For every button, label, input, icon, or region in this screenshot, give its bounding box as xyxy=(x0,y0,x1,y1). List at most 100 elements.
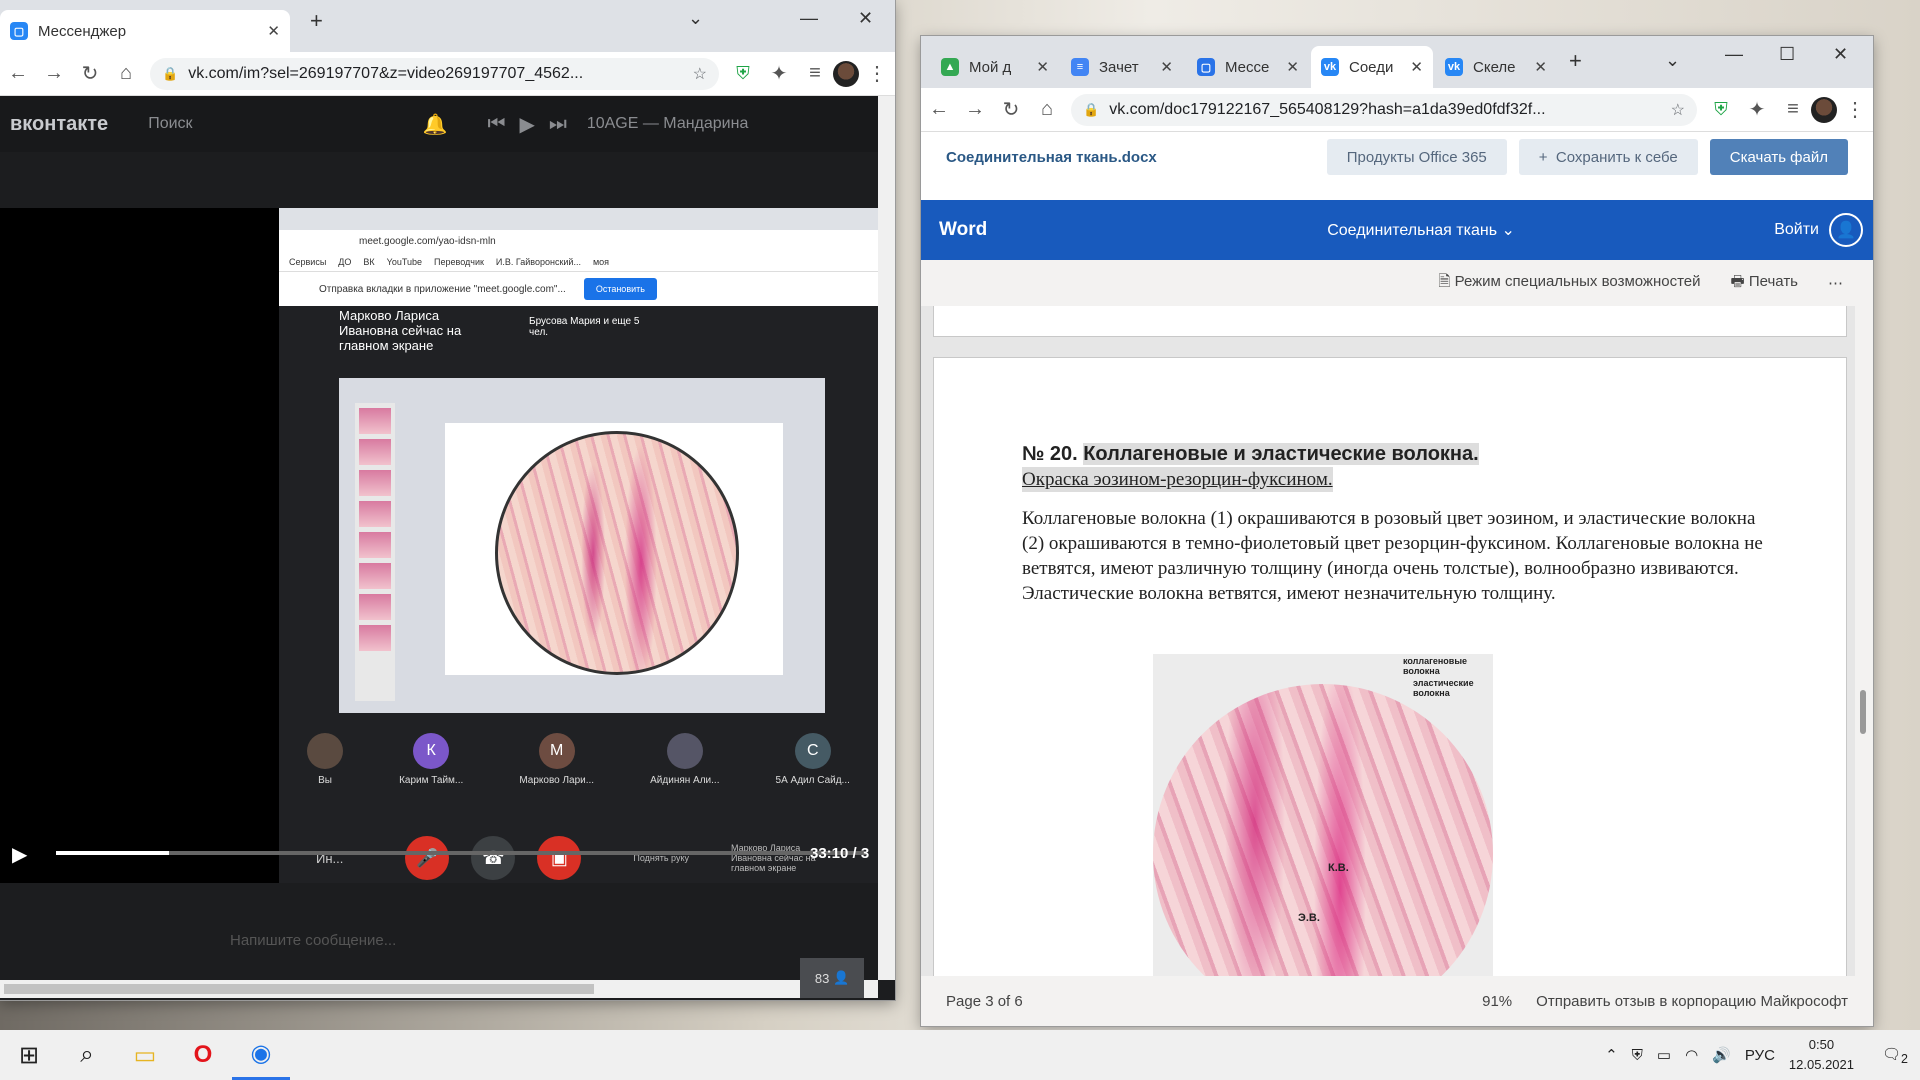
bell-icon[interactable]: 🔔 xyxy=(423,112,448,137)
slide-thumb xyxy=(359,563,391,589)
scroll-thumb[interactable] xyxy=(4,984,594,994)
play-track-icon[interactable]: ▶ xyxy=(519,112,534,137)
windows-start-icon[interactable]: ⊞ xyxy=(0,1030,58,1080)
reload-icon[interactable]: ↻ xyxy=(72,61,108,86)
document-browser-window[interactable]: ▲ Мой д ✕ ≡ Зачет ✕ ▢ Мессе ✕ vk Соеди ✕ vk Скеле… xyxy=(921,36,1873,1026)
vk-icon: vk xyxy=(1321,58,1339,76)
new-tab-button[interactable]: + xyxy=(310,8,323,34)
new-tab-button[interactable]: + xyxy=(1569,48,1582,74)
forward-icon[interactable]: → xyxy=(957,98,993,121)
profile-avatar[interactable] xyxy=(833,60,859,87)
download-button[interactable]: Скачать файл xyxy=(1709,139,1848,175)
bookmark-star-icon[interactable]: ☆ xyxy=(693,64,707,84)
close-window-button[interactable]: ✕ xyxy=(1833,44,1848,65)
close-tab-icon[interactable]: ✕ xyxy=(1410,58,1423,76)
participant-name: Карим Тайм... xyxy=(399,775,464,786)
clock[interactable]: 0:50 12.05.2021 xyxy=(1789,1035,1854,1075)
close-window-button[interactable]: ✕ xyxy=(858,8,873,29)
video-progress-bar[interactable] xyxy=(56,851,866,855)
scroll-thumb[interactable] xyxy=(1860,690,1866,734)
vk-search[interactable]: Поиск xyxy=(148,115,192,133)
next-track-icon[interactable]: ⏭ xyxy=(549,113,567,136)
tab-drive[interactable]: ▲ Мой д ✕ xyxy=(931,46,1059,88)
vk-logo[interactable]: вконтакте xyxy=(10,113,108,136)
extensions-icon[interactable]: ✦ xyxy=(761,61,797,86)
shield-extension-icon[interactable]: ⛨ xyxy=(1703,99,1739,120)
print-label: Печать xyxy=(1748,272,1798,290)
extensions-icon[interactable]: ✦ xyxy=(1739,97,1775,122)
save-to-self-button[interactable]: + Сохранить к себе xyxy=(1518,139,1698,175)
participant-name: Айдинян Али... xyxy=(650,775,720,786)
battery-icon[interactable]: ▭ xyxy=(1657,1046,1671,1064)
document-canvas[interactable]: № 20. Коллагеновые и эластические волокн… xyxy=(921,306,1855,976)
home-icon[interactable]: ⌂ xyxy=(108,62,144,85)
menu-icon[interactable]: ⋮ xyxy=(859,61,895,86)
accessibility-mode[interactable]: 🗎 Режим специальных возможностей xyxy=(1438,271,1700,296)
tab-search-icon[interactable]: ⌄ xyxy=(1665,50,1680,71)
tab-messenger[interactable]: ▢ Мессе ✕ xyxy=(1187,46,1309,88)
search-icon[interactable]: ⌕ xyxy=(58,1030,116,1080)
viewers-badge[interactable]: 83 👤 xyxy=(800,958,864,998)
close-tab-icon[interactable]: ✕ xyxy=(1286,58,1299,76)
vertical-scrollbar[interactable] xyxy=(878,96,895,980)
tab-doc-active[interactable]: vk Соеди ✕ xyxy=(1311,46,1433,88)
menu-icon[interactable]: ⋮ xyxy=(1837,97,1873,122)
close-tab-icon[interactable]: ✕ xyxy=(1160,58,1173,76)
media-icon[interactable]: ≡ xyxy=(1775,98,1811,121)
forward-icon[interactable]: → xyxy=(36,62,72,85)
doc-filename: Соединительная ткань.docx xyxy=(946,148,1157,166)
play-icon[interactable]: ▶ xyxy=(12,842,27,867)
reload-icon[interactable]: ↻ xyxy=(993,97,1029,122)
tab-messenger[interactable]: ▢ Мессенджер ✕ xyxy=(0,10,290,52)
bookmark-star-icon[interactable]: ☆ xyxy=(1671,100,1685,120)
user-icon[interactable]: 👤 xyxy=(1829,213,1863,247)
security-icon[interactable]: ⛨ xyxy=(1632,1047,1643,1064)
minimize-button[interactable]: — xyxy=(800,8,818,29)
print-button[interactable]: 🖶 Печать xyxy=(1731,271,1798,296)
sign-in-link[interactable]: Войти xyxy=(1774,221,1819,239)
more-icon[interactable]: ⋯ xyxy=(1828,274,1843,292)
browser-toolbar: ← → ↻ ⌂ 🔒 vk.com/doc179122167_565408129?… xyxy=(921,88,1873,132)
notifications-icon[interactable]: 🗨2 xyxy=(1882,1045,1908,1066)
language-indicator[interactable]: РУС xyxy=(1745,1047,1775,1064)
zoom-level[interactable]: 91% xyxy=(1482,993,1512,1010)
horizontal-scrollbar[interactable] xyxy=(0,980,878,998)
tab-docs[interactable]: ≡ Зачет ✕ xyxy=(1061,46,1183,88)
file-explorer-icon[interactable]: ▭ xyxy=(116,1030,174,1080)
prev-track-icon[interactable]: ⏮ xyxy=(487,113,505,136)
feedback-link[interactable]: Отправить отзыв в корпорацию Майкрософт xyxy=(1536,993,1848,1010)
maximize-button[interactable]: ☐ xyxy=(1779,44,1795,65)
message-input[interactable]: Напишите сообщение... xyxy=(230,932,396,949)
address-bar[interactable]: 🔒 vk.com/im?sel=269197707&z=video2691977… xyxy=(150,57,719,90)
tab-skeleton[interactable]: vk Скеле ✕ xyxy=(1435,46,1557,88)
word-logo[interactable]: Word xyxy=(939,219,987,241)
address-bar[interactable]: 🔒 vk.com/doc179122167_565408129?hash=a1d… xyxy=(1071,93,1697,126)
shared-slides xyxy=(339,378,825,713)
shield-extension-icon[interactable]: ⛨ xyxy=(725,63,761,84)
volume-icon[interactable]: 🔊 xyxy=(1712,1046,1731,1064)
close-tab-icon[interactable]: ✕ xyxy=(267,22,280,40)
wifi-icon[interactable]: ◠ xyxy=(1685,1046,1698,1064)
tab-search-icon[interactable]: ⌄ xyxy=(688,8,703,29)
home-icon[interactable]: ⌂ xyxy=(1029,98,1065,121)
slide-thumbnails xyxy=(355,403,395,701)
chevron-up-icon[interactable]: ⌃ xyxy=(1605,1046,1618,1064)
media-icon[interactable]: ≡ xyxy=(797,62,833,85)
close-tab-icon[interactable]: ✕ xyxy=(1036,58,1049,76)
close-tab-icon[interactable]: ✕ xyxy=(1534,58,1547,76)
printer-icon: 🖶 xyxy=(1730,272,1749,290)
inner-address: meet.google.com/yao-idsn-mln xyxy=(279,230,878,252)
chrome-icon[interactable]: ◉ xyxy=(232,1030,290,1080)
stop-share-button: Остановить xyxy=(583,278,657,300)
back-icon[interactable]: ← xyxy=(921,98,957,121)
slide-thumb xyxy=(359,439,391,465)
word-doc-title[interactable]: Соединительная ткань ⌄ xyxy=(1327,220,1515,240)
back-icon[interactable]: ← xyxy=(0,62,36,85)
minimize-button[interactable]: — xyxy=(1725,44,1743,65)
profile-avatar[interactable] xyxy=(1811,96,1837,123)
opera-icon[interactable]: O xyxy=(174,1030,232,1080)
bookmark: YouTube xyxy=(386,256,423,267)
office-products-button[interactable]: Продукты Office 365 xyxy=(1326,139,1507,175)
document-scrollbar[interactable] xyxy=(1855,306,1873,976)
messenger-browser-window[interactable]: ▢ Мессенджер ✕ + ⌄ — ✕ ← → ↻ ⌂ 🔒 vk.com/… xyxy=(0,0,895,1000)
